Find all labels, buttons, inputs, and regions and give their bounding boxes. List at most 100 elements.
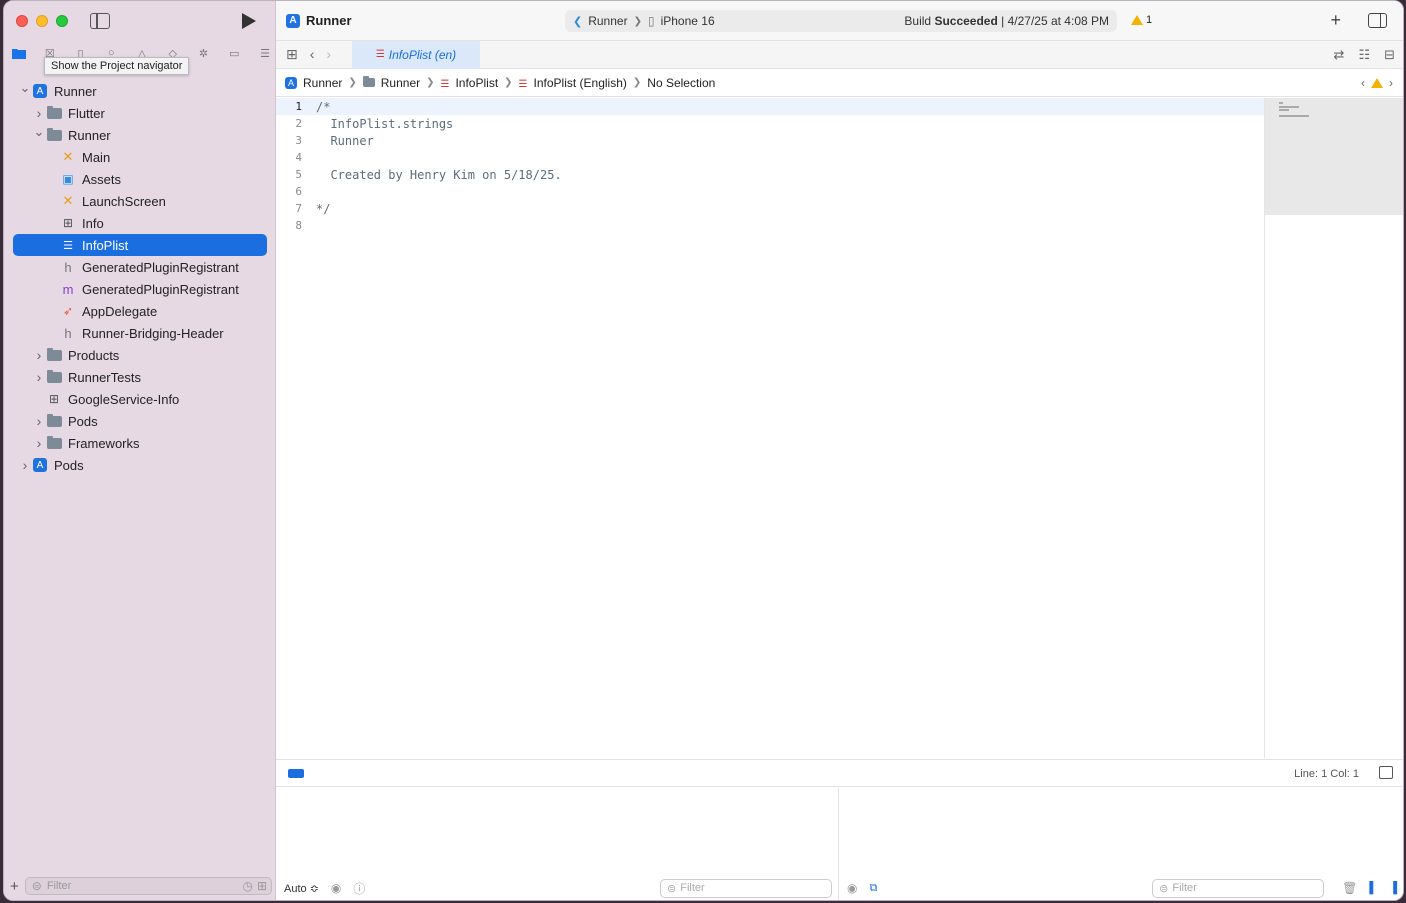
code-line[interactable]: 4	[276, 149, 1264, 166]
minimize-window-button[interactable]	[36, 15, 48, 27]
debug-navigator-tab[interactable]: ✲	[197, 46, 211, 60]
tree-item[interactable]: ☰ InfoPlist	[13, 234, 267, 256]
folder-icon	[46, 369, 62, 384]
show-console-icon[interactable]: ▐	[1389, 882, 1397, 894]
console-mode-icon[interactable]: ⧉	[869, 882, 877, 895]
warning-icon	[1131, 15, 1143, 25]
disclosure-closed-icon[interactable]: ›	[32, 435, 46, 451]
jump-bar-item[interactable]: InfoPlist	[455, 76, 498, 90]
tree-item-label: GeneratedPluginRegistrant	[82, 281, 239, 297]
code-editor[interactable]: 1/* 2 InfoPlist.strings 3 Runner 4 5 Created…	[276, 98, 1264, 758]
show-variables-icon[interactable]: ▌	[1369, 882, 1377, 894]
run-destination-label[interactable]: iPhone 16	[661, 14, 715, 28]
tree-item[interactable]: ⊞ Info	[4, 212, 276, 234]
tab-infoplist[interactable]: ☰ InfoPlist (en)	[352, 40, 480, 69]
jump-bar-item[interactable]: Runner	[381, 76, 420, 90]
minimap[interactable]	[1264, 98, 1403, 758]
next-issue-icon[interactable]: ›	[1389, 76, 1393, 90]
breakpoint-navigator-tab[interactable]: ▭	[227, 46, 241, 60]
refresh-icon[interactable]: ⇄	[1334, 47, 1345, 63]
tree-item[interactable]: ✕ Main	[4, 146, 276, 168]
previous-issue-icon[interactable]: ‹	[1361, 76, 1365, 90]
recent-files-icon[interactable]: ◷	[242, 879, 252, 893]
sidebar-toggle-icon[interactable]	[90, 13, 110, 29]
warning-icon[interactable]	[1371, 78, 1383, 88]
tree-item[interactable]: › Frameworks	[4, 432, 276, 454]
jump-bar-item[interactable]: Runner	[303, 76, 342, 90]
info-icon[interactable]: ⓘ	[353, 880, 365, 897]
project-tree: ⌄ A Runner › Flutter ⌄ Runner ✕ Main ▣ Assets ✕ Laun…	[4, 80, 276, 476]
tree-item[interactable]: › A Pods	[4, 454, 276, 476]
jump-bar-item[interactable]: InfoPlist (English)	[534, 76, 627, 90]
disclosure-closed-icon[interactable]: ›	[32, 105, 46, 121]
disclosure-open-icon[interactable]: ⌄	[32, 124, 46, 140]
debug-area: Auto ≎ ◉ ⓘ ⊜ Filter ◉ ⧉ ⊜ Filter 🗑 ▌ ▐	[276, 788, 1403, 900]
disclosure-closed-icon[interactable]: ›	[32, 413, 46, 429]
disclosure-open-icon[interactable]: ⌄	[18, 80, 32, 96]
code-line[interactable]: 6	[276, 183, 1264, 200]
tree-item-label: Info	[82, 215, 104, 231]
project-title-label: Runner	[306, 13, 352, 28]
tree-item[interactable]: ⌄ A Runner	[4, 80, 276, 102]
inspector-toggle-icon[interactable]	[1368, 13, 1387, 28]
tree-item[interactable]: › Products	[4, 344, 276, 366]
breakpoints-toggle-icon[interactable]	[288, 768, 304, 778]
tree-item-label: Runner	[54, 83, 97, 99]
line-col-indicator: Line: 1 Col: 1	[1294, 768, 1359, 780]
code-line[interactable]: 8	[276, 217, 1264, 234]
back-chevron-icon[interactable]: ‹	[310, 46, 315, 63]
source-control-filter-icon[interactable]: ⊞	[257, 879, 267, 893]
tree-item[interactable]: m GeneratedPluginRegistrant	[4, 278, 276, 300]
auto-scope-select[interactable]: Auto ≎	[284, 882, 319, 895]
tree-item[interactable]: ⊞ GoogleService-Info	[4, 388, 276, 410]
related-items-grid-icon[interactable]: ⊞	[286, 46, 298, 63]
code-line[interactable]: 7 */	[276, 200, 1264, 217]
console-toolbar: ◉ ⧉ ⊜ Filter 🗑 ▌ ▐	[847, 878, 1397, 898]
code-line[interactable]: 3 Runner	[276, 132, 1264, 149]
library-plus-button[interactable]: +	[1330, 10, 1341, 31]
add-editor-split-icon[interactable]: ⊟	[1384, 47, 1395, 63]
warning-indicator[interactable]: 1	[1131, 14, 1152, 26]
code-line[interactable]: 2 InfoPlist.strings	[276, 115, 1264, 132]
zoom-window-button[interactable]	[56, 15, 68, 27]
tree-item[interactable]: ⌄ Runner	[4, 124, 276, 146]
code-line[interactable]: 5 Created by Henry Kim on 5/18/25.	[276, 166, 1264, 183]
report-navigator-tab[interactable]: ☰	[258, 46, 272, 60]
tree-item[interactable]: ✕ LaunchScreen	[4, 190, 276, 212]
run-button[interactable]	[242, 13, 256, 29]
plist-icon: ⊞	[48, 392, 60, 406]
disclosure-closed-icon[interactable]: ›	[18, 457, 32, 473]
disclosure-closed-icon[interactable]: ›	[32, 369, 46, 385]
disclosure-closed-icon[interactable]: ›	[32, 347, 46, 363]
jump-bar-item[interactable]: No Selection	[647, 76, 715, 90]
chevron-right-icon: ❯	[426, 77, 435, 88]
chevron-right-icon: ❯	[504, 77, 513, 88]
console-filter-input[interactable]: ⊜ Filter	[1152, 878, 1325, 898]
trash-icon[interactable]: 🗑	[1342, 881, 1357, 895]
add-icon[interactable]: +	[10, 878, 19, 895]
strings-file-icon: ☰	[63, 239, 73, 252]
editor-options-icon[interactable]: ☷	[1358, 47, 1370, 63]
tree-item[interactable]: › Flutter	[4, 102, 276, 124]
project-navigator-tab[interactable]	[12, 46, 26, 60]
tree-item[interactable]: h GeneratedPluginRegistrant	[4, 256, 276, 278]
navigator-filter-input[interactable]: ⊜ Filter ◷ ⊞	[24, 877, 272, 895]
window-controls	[16, 15, 68, 27]
tree-item[interactable]: ➶ AppDelegate	[4, 300, 276, 322]
code-text: InfoPlist.strings	[316, 116, 454, 131]
tree-item[interactable]: › Pods	[4, 410, 276, 432]
debug-area-toggle-icon[interactable]	[1379, 766, 1393, 779]
tree-item-label: Runner-Bridging-Header	[82, 325, 224, 341]
variables-filter-input[interactable]: ⊜ Filter	[660, 878, 832, 898]
eye-icon[interactable]: ◉	[331, 881, 341, 895]
tree-item[interactable]: h Runner-Bridging-Header	[4, 322, 276, 344]
xcode-window: ☒ ▯ ○ △ ◇ ✲ ▭ ☰ Show the Project navigat…	[3, 0, 1404, 901]
scheme-selector[interactable]: ❮ Runner ❯ ▯ iPhone 16	[573, 14, 715, 28]
close-window-button[interactable]	[16, 15, 28, 27]
line-number: 6	[295, 185, 302, 198]
tree-item[interactable]: › RunnerTests	[4, 366, 276, 388]
code-line[interactable]: 1 /*	[276, 98, 1264, 115]
forward-chevron-icon[interactable]: ›	[326, 46, 331, 63]
tree-item[interactable]: ▣ Assets	[4, 168, 276, 190]
eye-icon[interactable]: ◉	[847, 881, 857, 895]
